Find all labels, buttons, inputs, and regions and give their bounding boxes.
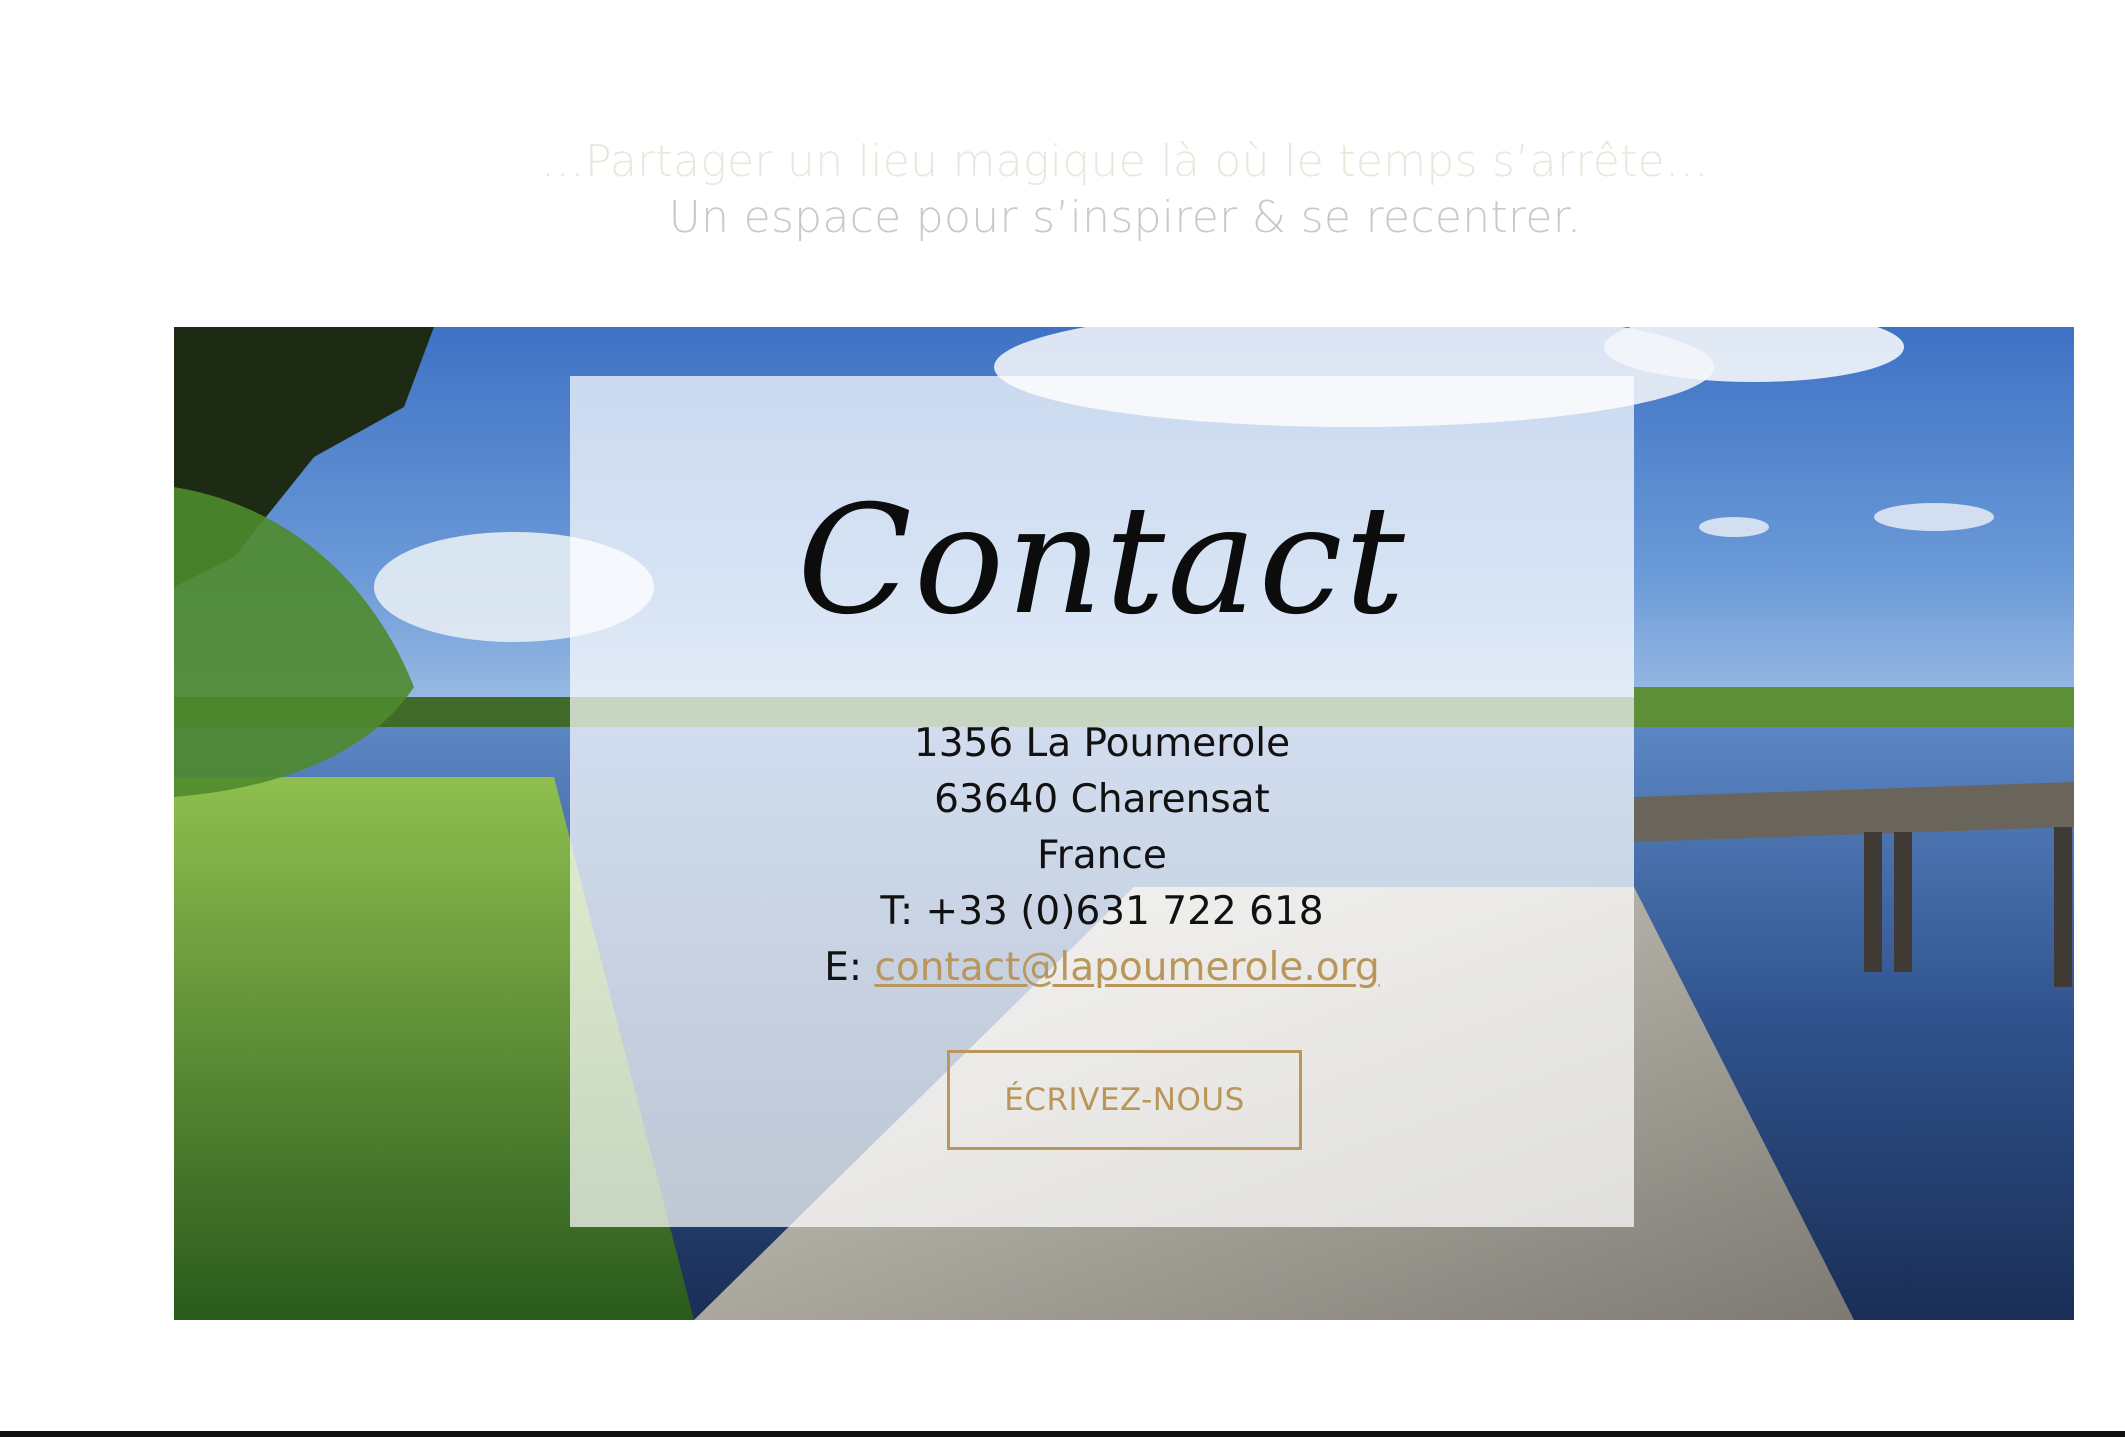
hero-lake-image: Contact 1356 La Poumerole 63640 Charensa… [174,327,2074,1320]
phone-line: T: +33 (0)631 722 618 [570,884,1634,940]
address-country: France [1037,833,1167,878]
write-to-us-button[interactable]: ÉCRIVEZ-NOUS [947,1050,1302,1150]
phone-prefix: T: [880,889,914,934]
tagline-line-1: …Partager un lieu magique là où le temps… [540,136,1710,187]
contact-card: Contact 1356 La Poumerole 63640 Charensa… [570,376,1634,1227]
tagline-line-2: Un espace pour s’inspirer & se recentrer… [668,192,1582,243]
address-line-1: 1356 La Poumerole [913,721,1291,766]
email-link[interactable]: contact@lapoumerole.org [874,945,1379,990]
email-prefix: E: [824,945,863,990]
phone-number: +33 (0)631 722 618 [925,889,1324,934]
email-line: E: contact@lapoumerole.org [570,940,1634,996]
bottom-divider [0,1431,2125,1437]
tagline: …Partager un lieu magique là où le temps… [0,134,2125,246]
address-line-2: 63640 Charensat [934,777,1270,822]
contact-details: 1356 La Poumerole 63640 Charensat France… [570,716,1634,996]
contact-title: Contact [797,474,1407,648]
page: …Partager un lieu magique là où le temps… [0,0,2125,1437]
